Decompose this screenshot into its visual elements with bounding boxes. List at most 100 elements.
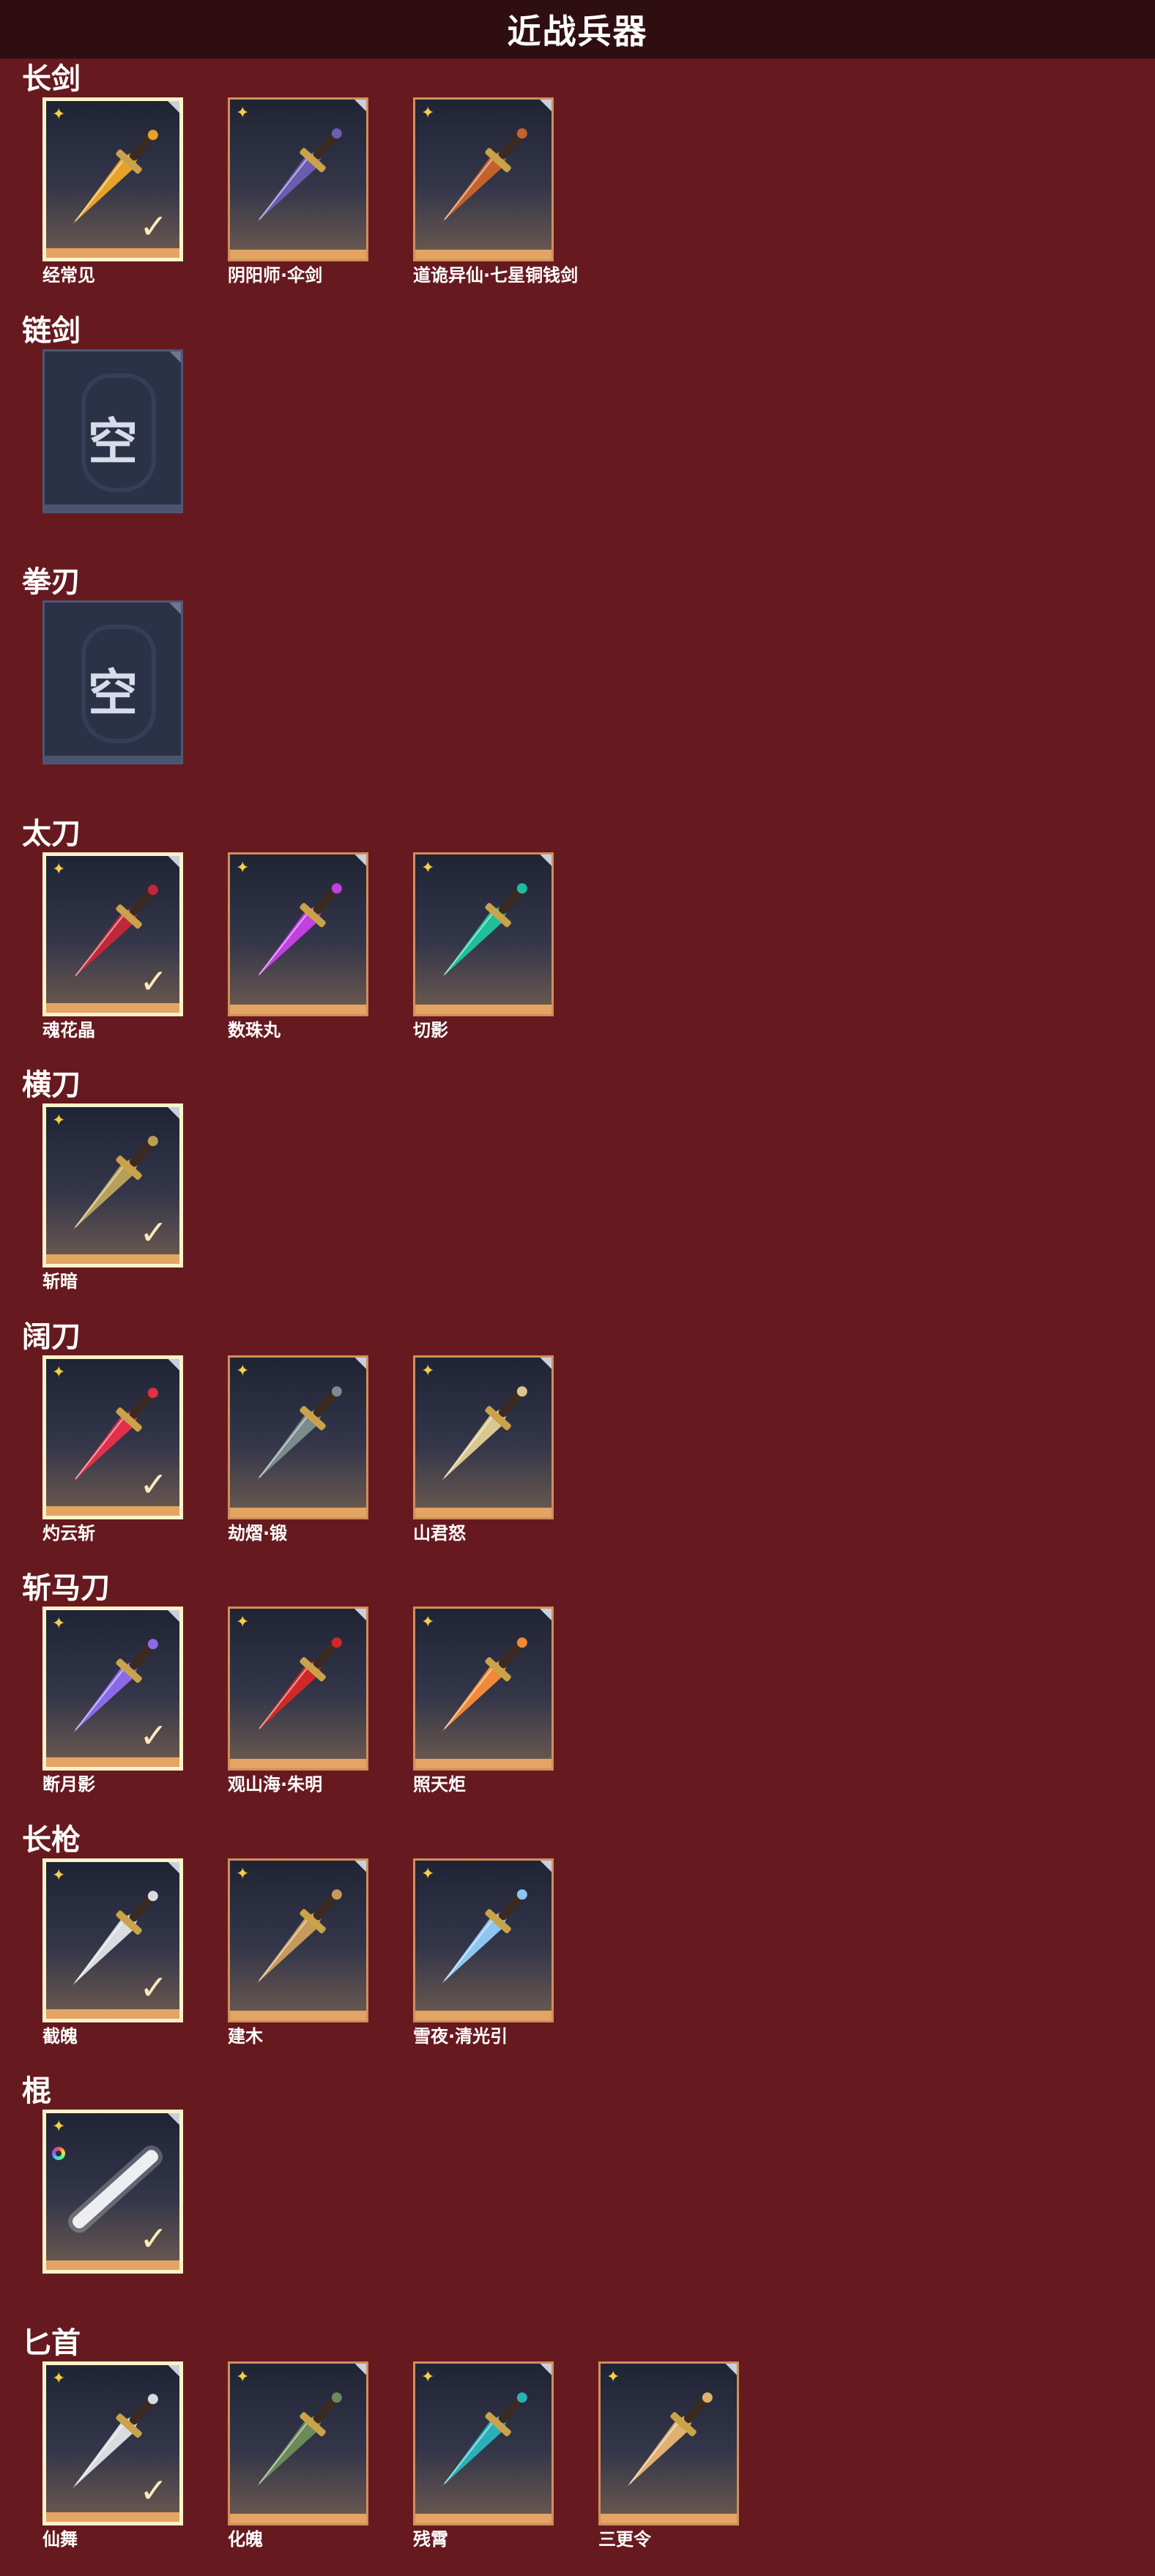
equipped-check-icon: ✓ xyxy=(139,1213,168,1252)
weapon-card[interactable]: ✦ xyxy=(413,1607,554,1771)
green-dagger-icon xyxy=(256,2391,342,2487)
weapon-slot[interactable]: 空 xyxy=(42,600,183,798)
weapon-slot[interactable]: ✦ 建木 xyxy=(228,1858,368,2056)
weapon-category: 长枪 ✦ ✓ 截魄 ✦ 建木 ✦ 雪夜·清光引 xyxy=(0,1822,1155,2063)
weapon-card[interactable]: ✦ xyxy=(413,97,554,261)
weapon-slot[interactable]: ✦ 照天炬 xyxy=(413,1607,554,1804)
weapon-slot[interactable]: ✦ 数珠丸 xyxy=(228,852,368,1050)
weapon-card[interactable]: ✦ ✓ xyxy=(42,2110,183,2274)
rarity-star-icon: ✦ xyxy=(421,858,435,877)
weapon-card[interactable]: ✦ xyxy=(228,1607,368,1771)
weapon-name: 斩暗 xyxy=(42,1271,78,1292)
weapon-category: 棍 ✦ ✓ xyxy=(0,2073,1155,2315)
rarity-star-icon: ✦ xyxy=(421,1361,435,1380)
weapon-slot[interactable]: ✦ 化魄 xyxy=(228,2361,368,2559)
weapon-name: 阴阳师·伞剑 xyxy=(228,265,323,286)
weapon-category: 太刀 ✦ ✓ 魂花晶 ✦ 数珠丸 ✦ 切影 xyxy=(0,816,1155,1057)
weapon-category: 长剑 ✦ ✓ 经常见 ✦ 阴阳师·伞剑 ✦ 道诡异仙·七星铜钱剑 xyxy=(0,61,1155,302)
weapon-slot[interactable]: ✦ 三更令 xyxy=(598,2361,739,2559)
card-bottom-bar xyxy=(45,504,181,511)
card-bottom-bar xyxy=(230,250,366,259)
category-title: 阔刀 xyxy=(22,1319,81,1354)
weapon-category: 匕首 ✦ ✓ 仙舞 ✦ 化魄 ✦ 残霄 ✦ 三更令 xyxy=(0,2325,1155,2566)
weapon-card[interactable]: ✦ xyxy=(228,1355,368,1519)
weapon-category: 横刀 ✦ ✓ 斩暗 xyxy=(0,1067,1155,1309)
rarity-star-icon: ✦ xyxy=(52,860,66,879)
card-bottom-bar xyxy=(230,1507,366,1517)
card-bottom-bar xyxy=(415,1759,551,1768)
weapon-card[interactable]: ✦ ✓ xyxy=(42,1103,183,1267)
coin-sword-icon xyxy=(442,128,527,223)
card-bottom-bar xyxy=(46,248,179,258)
weapon-card[interactable]: ✦ ✓ xyxy=(42,1858,183,2022)
weapon-slot[interactable]: ✦ ✓ 魂花晶 xyxy=(42,852,183,1050)
weapon-name: 化魄 xyxy=(228,2528,263,2550)
card-bottom-bar xyxy=(415,2513,551,2523)
rarity-star-icon: ✦ xyxy=(52,105,66,124)
corner-marker-icon xyxy=(169,351,181,363)
weapon-card[interactable]: ✦ xyxy=(598,2361,739,2525)
weapon-slot[interactable]: ✦ ✓ xyxy=(42,2110,183,2307)
weapon-slot[interactable]: 空 xyxy=(42,349,183,547)
umbrella-sword-icon xyxy=(256,128,342,223)
equipped-check-icon: ✓ xyxy=(139,1967,168,2007)
weapon-slot[interactable]: ✦ ✓ 斩暗 xyxy=(42,1103,183,1301)
page-title: 近战兵器 xyxy=(0,0,1155,59)
weapon-card[interactable]: ✦ ✓ xyxy=(42,1355,183,1519)
weapon-card[interactable]: ✦ xyxy=(413,1355,554,1519)
weapon-slot[interactable]: ✦ 残霄 xyxy=(413,2361,554,2559)
weapon-card[interactable]: ✦ ✓ xyxy=(42,97,183,261)
weapon-slot[interactable]: ✦ ✓ 经常见 xyxy=(42,97,183,295)
weapon-card[interactable]: ✦ xyxy=(413,1858,554,2022)
weapon-category: 链剑空 xyxy=(0,313,1155,554)
corner-marker-icon xyxy=(169,603,181,614)
weapon-card[interactable]: ✦ xyxy=(413,2361,554,2525)
weapon-name: 残霄 xyxy=(413,2528,448,2550)
equipped-check-icon: ✓ xyxy=(139,1464,168,1504)
rarity-star-icon: ✦ xyxy=(236,2367,250,2386)
weapon-slot[interactable]: ✦ 观山海·朱明 xyxy=(228,1607,368,1804)
rarity-star-icon: ✦ xyxy=(236,1864,250,1883)
teal-dagger-icon xyxy=(442,2391,527,2487)
weapon-slot[interactable]: ✦ 切影 xyxy=(413,852,554,1050)
equipped-check-icon: ✓ xyxy=(139,206,168,246)
weapon-card[interactable]: ✦ xyxy=(413,852,554,1016)
weapon-slot[interactable]: ✦ ✓ 断月影 xyxy=(42,1607,183,1804)
equipped-check-icon: ✓ xyxy=(139,1716,168,1755)
weapon-card[interactable]: ✦ ✓ xyxy=(42,852,183,1016)
weapon-slot[interactable]: ✦ ✓ 灼云斩 xyxy=(42,1355,183,1553)
category-title: 链剑 xyxy=(22,313,81,348)
weapon-card[interactable]: ✦ xyxy=(228,852,368,1016)
weapon-name: 经常见 xyxy=(42,265,95,286)
weapon-slot[interactable]: ✦ ✓ 截魄 xyxy=(42,1858,183,2056)
weapon-category: 阔刀 ✦ ✓ 灼云斩 ✦ 劫熠·锻 ✦ 山君怒 xyxy=(0,1319,1155,1560)
category-title: 长枪 xyxy=(22,1823,81,1857)
weapon-card[interactable]: ✦ ✓ xyxy=(42,1607,183,1771)
card-bottom-bar xyxy=(46,1505,179,1516)
rarity-star-icon: ✦ xyxy=(421,104,435,122)
rarity-star-icon: ✦ xyxy=(236,104,250,122)
empty-weapon-card[interactable]: 空 xyxy=(42,600,183,764)
weapon-card[interactable]: ✦ xyxy=(228,2361,368,2525)
empty-slot-text: 空 xyxy=(87,413,138,472)
weapon-name: 劫熠·锻 xyxy=(228,1522,288,1544)
category-title: 拳刃 xyxy=(22,565,81,599)
category-title: 斩马刀 xyxy=(22,1571,110,1605)
weapon-slot[interactable]: ✦ 劫熠·锻 xyxy=(228,1355,368,1553)
weapon-category: 斩马刀 ✦ ✓ 断月影 ✦ 观山海·朱明 ✦ 照天炬 xyxy=(0,1570,1155,1812)
weapon-name: 雪夜·清光引 xyxy=(413,2025,508,2047)
weapon-card[interactable]: ✦ ✓ xyxy=(42,2361,183,2525)
category-title: 太刀 xyxy=(22,816,81,851)
weapon-card[interactable]: ✦ xyxy=(228,97,368,261)
category-title: 横刀 xyxy=(22,1068,81,1102)
card-bottom-bar xyxy=(46,2260,179,2270)
weapon-slot[interactable]: ✦ 山君怒 xyxy=(413,1355,554,1553)
weapon-slot[interactable]: ✦ 道诡异仙·七星铜钱剑 xyxy=(413,97,578,295)
empty-weapon-card[interactable]: 空 xyxy=(42,349,183,513)
weapon-card[interactable]: ✦ xyxy=(228,1858,368,2022)
weapon-slot[interactable]: ✦ ✓ 仙舞 xyxy=(42,2361,183,2559)
weapon-slot[interactable]: ✦ 阴阳师·伞剑 xyxy=(228,97,368,295)
weapon-slot[interactable]: ✦ 雪夜·清光引 xyxy=(413,1858,554,2056)
equipped-check-icon: ✓ xyxy=(139,961,168,1001)
card-bottom-bar xyxy=(230,2513,366,2523)
